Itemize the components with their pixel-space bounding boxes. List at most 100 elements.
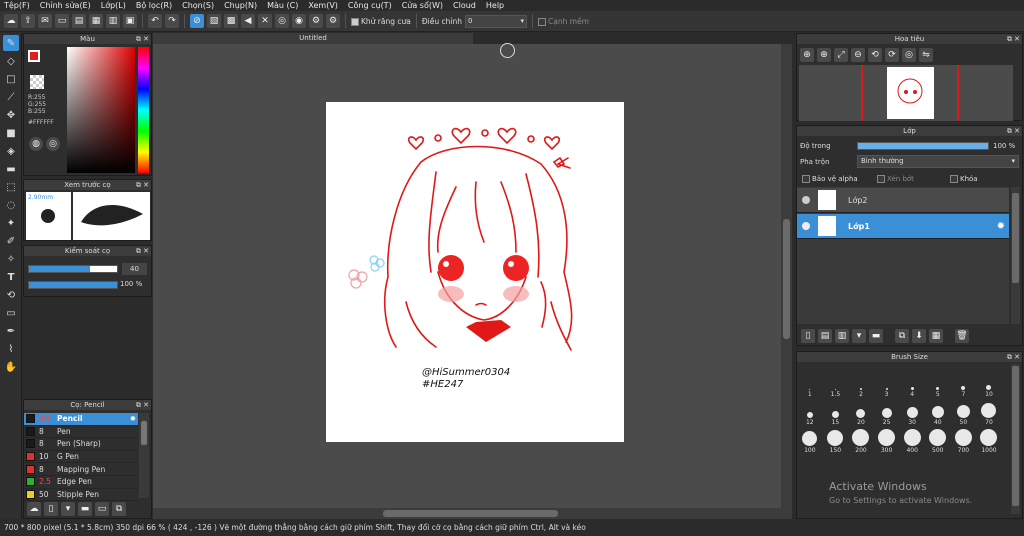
comment-icon[interactable]: ▭	[55, 14, 69, 28]
saturation-value-picker[interactable]	[67, 47, 135, 173]
brush-size-option[interactable]: 40	[925, 398, 951, 426]
menu-cloud[interactable]: Cloud	[453, 1, 476, 10]
layer-properties-icon[interactable]: ▦	[929, 329, 943, 343]
close-icon[interactable]: ⧉ ✕	[136, 180, 149, 190]
menu-filter[interactable]: Bộ lọc(R)	[136, 1, 172, 10]
close-icon[interactable]: ⧉ ✕	[1007, 352, 1020, 362]
brush-size-option[interactable]: 4	[899, 364, 925, 398]
horizontal-scroll-thumb[interactable]	[383, 510, 558, 517]
brush-size-option[interactable]: 25	[874, 398, 900, 426]
transform-tool-icon[interactable]: ⟲	[3, 287, 19, 303]
brush-item-edge-pen[interactable]: 2.5 Edge Pen	[24, 476, 138, 489]
brush-opacity-slider[interactable]	[28, 281, 118, 289]
transparent-color-swatch[interactable]	[30, 75, 44, 89]
eyedropper-tool-icon[interactable]: ⌇	[3, 341, 19, 357]
menu-select[interactable]: Chọn(S)	[182, 1, 214, 10]
spiral-snap-icon[interactable]: ◉	[292, 14, 306, 28]
brush-size-option[interactable]: 150	[823, 426, 849, 454]
text-tool-icon[interactable]: T	[3, 269, 19, 285]
visibility-icon[interactable]	[802, 196, 810, 204]
vertical-scroll-thumb[interactable]	[783, 219, 790, 339]
cloud-brush-icon[interactable]: ☁	[27, 502, 41, 516]
brush-size-option[interactable]: 2	[848, 364, 874, 398]
flip-icon[interactable]: ⇋	[919, 48, 933, 62]
fit-window-icon[interactable]: ⤢	[834, 48, 848, 62]
visibility-icon[interactable]	[802, 222, 810, 230]
brush-size-option[interactable]: 10	[976, 364, 1002, 398]
menu-capture[interactable]: Chụp(N)	[224, 1, 257, 10]
magic-wand-tool-icon[interactable]: ✦	[3, 215, 19, 231]
brush-size-option[interactable]: 3	[874, 364, 900, 398]
clipping-checkbox[interactable]	[877, 175, 885, 183]
layer-row-2[interactable]: Lớp2	[797, 188, 1009, 213]
cross-snap-icon[interactable]: ✕	[258, 14, 272, 28]
rect-select-tool-icon[interactable]: □	[3, 71, 19, 87]
bucket-tool-icon[interactable]: ◈	[3, 143, 19, 159]
brush-size-option[interactable]: 200	[848, 426, 874, 454]
lock-toggle[interactable]: Khóa	[950, 175, 978, 183]
brush-size-option[interactable]: 20	[848, 398, 874, 426]
brush-size-option[interactable]: 1	[797, 364, 823, 398]
add-layer-menu-icon[interactable]: ▾	[852, 329, 866, 343]
brush-size-option[interactable]: 400	[899, 426, 925, 454]
share-icon[interactable]: ⇪	[21, 14, 35, 28]
eraser-tool-icon[interactable]: ◇	[3, 53, 19, 69]
new-halftone-layer-icon[interactable]: ▤	[818, 329, 832, 343]
reset-rotate-icon[interactable]: ◎	[902, 48, 916, 62]
brush-size-option[interactable]: 500	[925, 426, 951, 454]
brush-item-pen[interactable]: 8 Pen	[24, 426, 138, 439]
drawing-canvas[interactable]: @HiSummer0304 #HE247	[326, 102, 624, 442]
panel-tool-icon[interactable]: ▭	[3, 305, 19, 321]
menu-view[interactable]: Xem(V)	[308, 1, 338, 10]
menu-tools[interactable]: Công cụ(T)	[348, 1, 392, 10]
foreground-color-swatch[interactable]	[28, 50, 40, 62]
brush-size-option[interactable]: 70	[976, 398, 1002, 426]
navigator-preview[interactable]	[799, 65, 1013, 121]
protect-alpha-checkbox[interactable]	[802, 175, 810, 183]
lock-checkbox[interactable]	[950, 175, 958, 183]
antialias-toggle[interactable]: Khử răng cưa	[351, 17, 411, 26]
rotate-right-icon[interactable]: ⟳	[885, 48, 899, 62]
gear-icon[interactable]: ✹	[997, 221, 1005, 232]
duplicate-layer-icon[interactable]: ⧉	[895, 329, 909, 343]
brush-size-option[interactable]: 30	[899, 398, 925, 426]
copy-icon[interactable]: ▦	[89, 14, 103, 28]
parallel-snap-icon[interactable]: ▧	[207, 14, 221, 28]
grid-icon[interactable]: ▥	[106, 14, 120, 28]
brush-item-mapping-pen[interactable]: 8 Mapping Pen	[24, 463, 138, 476]
redo-icon[interactable]: ↷	[165, 14, 179, 28]
select-pen-tool-icon[interactable]: ✐	[3, 233, 19, 249]
brush-size-scrollbar[interactable]	[1011, 364, 1020, 514]
menu-file[interactable]: Tệp(F)	[4, 1, 30, 10]
brush-item-pencil[interactable]: 40 Pencil ✹	[24, 413, 138, 426]
menu-layer[interactable]: Lớp(L)	[101, 1, 126, 10]
brush-size-option[interactable]: 15	[823, 398, 849, 426]
smooth-checkbox[interactable]	[538, 17, 546, 26]
menu-edit[interactable]: Chỉnh sửa(E)	[40, 1, 91, 10]
pen-tool-icon[interactable]: ✒	[3, 323, 19, 339]
rotate-left-icon[interactable]: ⟲	[868, 48, 882, 62]
menu-window[interactable]: Cửa sổ(W)	[402, 1, 443, 10]
new-layer-icon[interactable]: ▯	[801, 329, 815, 343]
brush-size-option[interactable]: 700	[951, 426, 977, 454]
menu-help[interactable]: Help	[486, 1, 504, 10]
close-icon[interactable]: ⧉ ✕	[136, 246, 149, 256]
chat-icon[interactable]: ✉	[38, 14, 52, 28]
canvas-horizontal-scrollbar[interactable]	[153, 508, 781, 519]
menu-color[interactable]: Màu (C)	[267, 1, 298, 10]
folder-open-icon[interactable]: ▭	[95, 502, 109, 516]
brush-size-option[interactable]: 100	[797, 426, 823, 454]
brush-size-slider[interactable]	[28, 265, 118, 273]
layer-list-scrollbar[interactable]	[1011, 187, 1020, 324]
brush-size-option[interactable]: 1.5	[823, 364, 849, 398]
brush-size-option[interactable]: 5	[925, 364, 951, 398]
document-tab[interactable]: Untitled	[153, 33, 473, 44]
merge-layer-icon[interactable]: ⬇	[912, 329, 926, 343]
page-icon[interactable]: ▤	[72, 14, 86, 28]
select-tool-icon[interactable]: ⬚	[3, 179, 19, 195]
close-icon[interactable]: ⧉ ✕	[136, 400, 149, 410]
lasso-tool-icon[interactable]: ◌	[3, 197, 19, 213]
color-set-icon[interactable]: ◎	[46, 137, 60, 151]
line-tool-icon[interactable]: ⟋	[3, 89, 19, 105]
protect-alpha-toggle[interactable]: Bảo vệ alpha	[802, 175, 858, 183]
